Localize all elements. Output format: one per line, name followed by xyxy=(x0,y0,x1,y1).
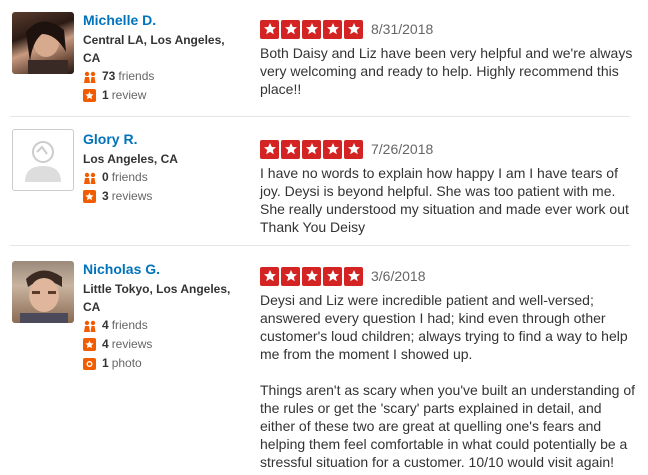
star-icon xyxy=(344,139,363,159)
rating-row: 3/6/2018 xyxy=(260,265,635,287)
star-icon xyxy=(260,139,279,159)
review-date: 3/6/2018 xyxy=(371,268,426,284)
avatar-photo xyxy=(20,270,68,323)
photo-count: 1 photo xyxy=(83,354,243,373)
friends-icon xyxy=(83,70,97,84)
friend-count: 0 friends xyxy=(83,168,243,187)
rating-row: 7/26/2018 xyxy=(260,138,635,160)
user-location: Central LA, Los Angeles, CA xyxy=(83,33,225,65)
star-icon xyxy=(281,266,300,286)
review-star-icon xyxy=(83,189,97,204)
review-text: Both Daisy and Liz have been very helpfu… xyxy=(260,45,633,97)
review-star-icon xyxy=(83,88,97,103)
star-rating xyxy=(260,139,365,159)
star-icon xyxy=(260,19,279,39)
star-rating xyxy=(260,19,365,39)
review-count: 3 reviews xyxy=(83,187,243,206)
star-icon xyxy=(302,19,321,39)
review-text: Deysi and Liz were incredible patient an… xyxy=(260,292,636,470)
review-star-icon xyxy=(83,337,97,352)
user-name-link[interactable]: Nicholas G. xyxy=(83,261,243,277)
avatar-photo xyxy=(26,21,68,74)
star-icon xyxy=(344,19,363,39)
avatar[interactable] xyxy=(12,12,74,74)
star-icon xyxy=(323,139,342,159)
review-count: 4 reviews xyxy=(83,335,243,354)
star-icon xyxy=(302,266,321,286)
star-icon xyxy=(323,19,342,39)
divider xyxy=(10,116,630,117)
star-icon xyxy=(323,266,342,286)
friend-count: 73 friends xyxy=(83,67,243,86)
user-name-link[interactable]: Michelle D. xyxy=(83,12,243,28)
star-icon xyxy=(302,139,321,159)
user-name-link[interactable]: Glory R. xyxy=(83,131,243,147)
friends-icon xyxy=(83,319,97,333)
user-location: Little Tokyo, Los Angeles, CA xyxy=(83,282,231,314)
star-icon xyxy=(344,266,363,286)
star-icon xyxy=(281,19,300,39)
user-location: Los Angeles, CA xyxy=(83,152,178,166)
divider xyxy=(10,245,630,246)
review-date: 7/26/2018 xyxy=(371,141,434,157)
avatar[interactable] xyxy=(12,261,74,323)
camera-icon xyxy=(83,357,97,371)
star-rating xyxy=(260,266,365,286)
star-icon xyxy=(260,266,279,286)
star-icon xyxy=(281,139,300,159)
default-avatar-icon xyxy=(25,141,61,182)
rating-row: 8/31/2018 xyxy=(260,18,635,40)
review-count: 1 review xyxy=(83,86,243,105)
review-date: 8/31/2018 xyxy=(371,21,434,37)
friends-icon xyxy=(83,171,97,185)
avatar[interactable] xyxy=(12,129,74,191)
review-text: I have no words to explain how happy I a… xyxy=(260,165,629,235)
friend-count: 4 friends xyxy=(83,316,243,335)
